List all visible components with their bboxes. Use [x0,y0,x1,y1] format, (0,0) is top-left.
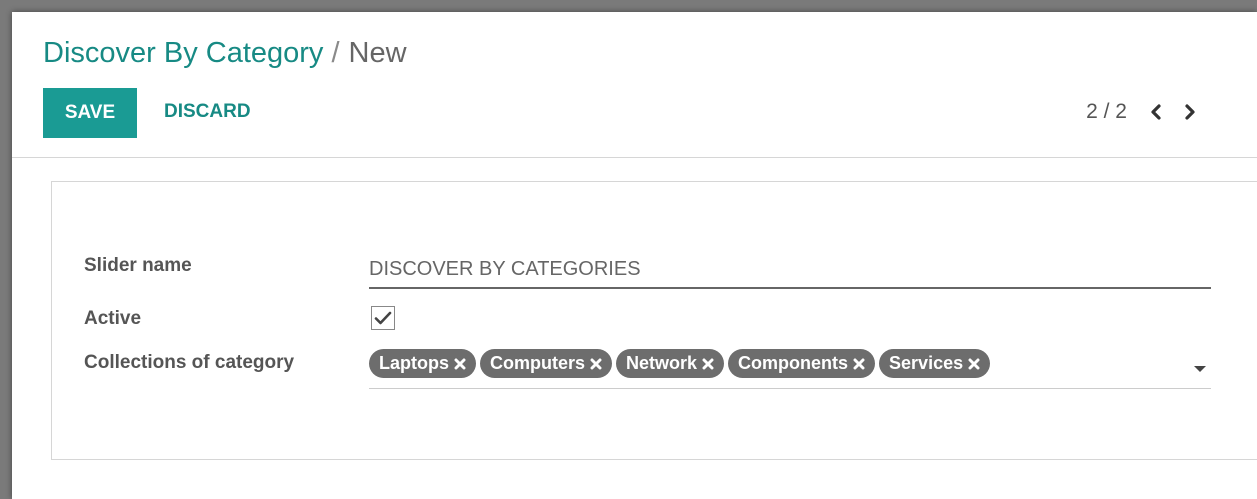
close-x-icon[interactable] [590,358,602,370]
chevron-left-icon[interactable] [1149,98,1163,126]
form-sheet: Slider name DISCOVER BY CATEGORIES Activ… [51,181,1257,460]
tag-laptops: Laptops [369,349,476,378]
collections-label: Collections of category [84,352,295,373]
active-label: Active [84,308,142,329]
discard-button[interactable]: DISCARD [164,98,251,126]
tag-label: Laptops [379,353,449,373]
pager: 2 / 2 [1086,98,1217,126]
slider-name-label: Slider name [84,255,192,276]
tag-label: Components [738,353,849,373]
breadcrumb: Discover By Category / New [43,36,407,70]
form-window: Discover By Category / New SAVE DISCARD 2 … [12,12,1257,499]
pager-value[interactable]: 2 / 2 [1086,98,1127,126]
tag-computers: Computers [480,349,613,378]
close-x-icon[interactable] [702,358,714,370]
tag-network: Network [616,349,725,378]
close-x-icon[interactable] [968,358,980,370]
collections-tags-field[interactable]: Laptops Computers Network Components Ser… [369,346,1211,389]
tag-label: Services [889,353,964,373]
caret-down-icon[interactable] [1193,361,1207,372]
tag-components: Components [728,349,876,378]
breadcrumb-current: New [348,37,407,69]
tags-list: Laptops Computers Network Components Ser… [369,349,994,378]
tag-label: Network [626,353,698,373]
active-checkbox[interactable] [371,306,395,330]
close-x-icon[interactable] [853,358,865,370]
checkmark-icon [374,311,392,325]
save-button[interactable]: SAVE [43,88,137,138]
close-x-icon[interactable] [454,358,466,370]
control-panel: Discover By Category / New SAVE DISCARD 2 … [12,12,1257,158]
tag-services: Services [879,349,991,378]
tag-label: Computers [490,353,586,373]
slider-name-input[interactable]: DISCOVER BY CATEGORIES [369,252,1211,289]
chevron-right-icon[interactable] [1183,98,1197,126]
breadcrumb-separator: / [331,37,340,69]
breadcrumb-parent-link[interactable]: Discover By Category [43,37,323,69]
